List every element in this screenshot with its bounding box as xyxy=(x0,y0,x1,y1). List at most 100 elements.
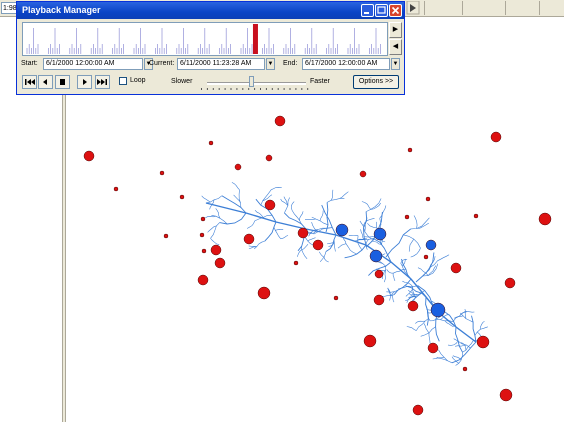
red-station-marker[interactable] xyxy=(359,170,367,178)
river-segment xyxy=(423,323,430,334)
play-icon[interactable] xyxy=(77,75,92,89)
river-segment xyxy=(321,204,337,236)
blue-station-marker[interactable] xyxy=(373,227,387,241)
scroll-left-icon[interactable]: ◀ xyxy=(389,39,402,55)
river-segment xyxy=(438,349,453,364)
red-station-marker[interactable] xyxy=(264,199,276,211)
blue-station-marker[interactable] xyxy=(369,249,383,263)
red-station-marker[interactable] xyxy=(423,254,429,260)
red-station-marker[interactable] xyxy=(407,300,419,312)
red-station-marker[interactable] xyxy=(274,115,286,127)
red-station-marker[interactable] xyxy=(163,233,169,239)
red-station-marker[interactable] xyxy=(208,140,214,146)
river-segment xyxy=(437,254,450,261)
end-date-field[interactable]: 6/17/2000 12:00:00 AM xyxy=(302,58,390,70)
right-toolbar xyxy=(406,0,564,15)
blue-station-marker[interactable] xyxy=(335,223,349,237)
red-station-marker[interactable] xyxy=(363,334,377,348)
red-station-marker[interactable] xyxy=(490,131,502,143)
river-segment xyxy=(337,243,347,249)
red-station-marker[interactable] xyxy=(312,239,324,251)
close-button[interactable] xyxy=(389,4,402,17)
stop-icon[interactable] xyxy=(55,75,70,89)
blue-station-marker[interactable] xyxy=(425,239,437,251)
red-station-marker[interactable] xyxy=(407,147,413,153)
river-segment xyxy=(307,237,316,242)
start-date-field[interactable]: 6/1/2000 12:00:00 AM xyxy=(43,58,143,70)
loop-checkbox[interactable] xyxy=(119,77,127,85)
red-station-marker[interactable] xyxy=(450,262,462,274)
river-segment xyxy=(219,212,247,225)
red-station-marker[interactable] xyxy=(293,260,299,266)
blue-station-marker[interactable] xyxy=(430,302,446,318)
timeline-histogram[interactable] xyxy=(22,22,388,56)
slider-tick xyxy=(277,88,279,90)
minimize-button[interactable] xyxy=(361,4,374,17)
red-station-marker[interactable] xyxy=(210,244,222,256)
red-station-marker[interactable] xyxy=(234,163,242,171)
red-station-marker[interactable] xyxy=(200,216,206,222)
red-station-marker[interactable] xyxy=(297,227,309,239)
current-date-field[interactable]: 6/11/2000 11:23:28 AM xyxy=(177,58,265,70)
river-segment xyxy=(379,205,387,219)
speed-slider-thumb[interactable] xyxy=(249,76,254,87)
river-segment xyxy=(459,312,474,323)
red-station-marker[interactable] xyxy=(243,233,255,245)
slider-tick xyxy=(201,88,202,90)
river-segment xyxy=(231,182,240,191)
river-segment xyxy=(311,216,329,226)
options-button[interactable]: Options >> xyxy=(353,75,399,89)
faster-label: Faster xyxy=(310,78,330,85)
window-titlebar[interactable]: Playback Manager xyxy=(17,2,404,19)
red-station-marker[interactable] xyxy=(404,214,410,220)
map-scale-field[interactable]: 1:98 xyxy=(1,2,17,14)
river-segment xyxy=(435,318,454,323)
red-station-marker[interactable] xyxy=(374,269,384,279)
scroll-right-icon[interactable]: ▶ xyxy=(389,22,402,38)
river-segment xyxy=(299,211,304,221)
red-station-marker[interactable] xyxy=(113,186,119,192)
red-station-marker[interactable] xyxy=(201,248,207,254)
river-segment xyxy=(430,316,440,322)
maximize-button[interactable] xyxy=(375,4,388,17)
red-station-marker[interactable] xyxy=(412,404,424,416)
red-station-marker[interactable] xyxy=(257,286,271,300)
red-station-marker[interactable] xyxy=(159,170,165,176)
red-station-marker[interactable] xyxy=(199,232,205,238)
red-station-marker[interactable] xyxy=(179,194,185,200)
current-dropdown-icon[interactable]: ▼ xyxy=(266,58,275,70)
river-segment xyxy=(275,229,284,231)
red-station-marker[interactable] xyxy=(214,257,226,269)
river-segment xyxy=(359,220,374,241)
red-station-marker[interactable] xyxy=(538,212,552,226)
current-time-marker[interactable] xyxy=(252,24,258,54)
river-segment xyxy=(319,251,325,258)
timeline-scrollbar[interactable]: ▶ ◀ xyxy=(389,22,402,56)
red-station-marker[interactable] xyxy=(265,154,273,162)
skip-to-end-icon[interactable] xyxy=(95,75,110,89)
river-segment xyxy=(205,195,223,204)
river-segment xyxy=(408,238,415,252)
river-segment xyxy=(406,326,417,331)
red-station-marker[interactable] xyxy=(427,342,439,354)
river-segment xyxy=(333,239,336,252)
slider-tick xyxy=(218,88,220,90)
skip-to-start-icon[interactable] xyxy=(22,75,37,89)
red-station-marker[interactable] xyxy=(499,388,513,402)
end-dropdown-icon[interactable]: ▼ xyxy=(391,58,400,70)
step-back-icon[interactable] xyxy=(38,75,53,89)
playback-manager-window: Playback Manager ▶ ◀ Start: 6/1/2000 12:… xyxy=(16,1,405,95)
red-station-marker[interactable] xyxy=(373,294,385,306)
red-station-marker[interactable] xyxy=(462,366,468,372)
station-layer xyxy=(83,115,552,416)
red-station-marker[interactable] xyxy=(425,196,431,202)
toolbar-buttons[interactable] xyxy=(406,0,540,15)
red-station-marker[interactable] xyxy=(83,150,95,162)
red-station-marker[interactable] xyxy=(333,295,339,301)
red-station-marker[interactable] xyxy=(197,274,209,286)
red-station-marker[interactable] xyxy=(504,277,516,289)
speed-slider-track[interactable] xyxy=(207,82,306,85)
red-station-marker[interactable] xyxy=(473,213,479,219)
river-segment xyxy=(413,215,418,229)
red-station-marker[interactable] xyxy=(476,335,490,349)
